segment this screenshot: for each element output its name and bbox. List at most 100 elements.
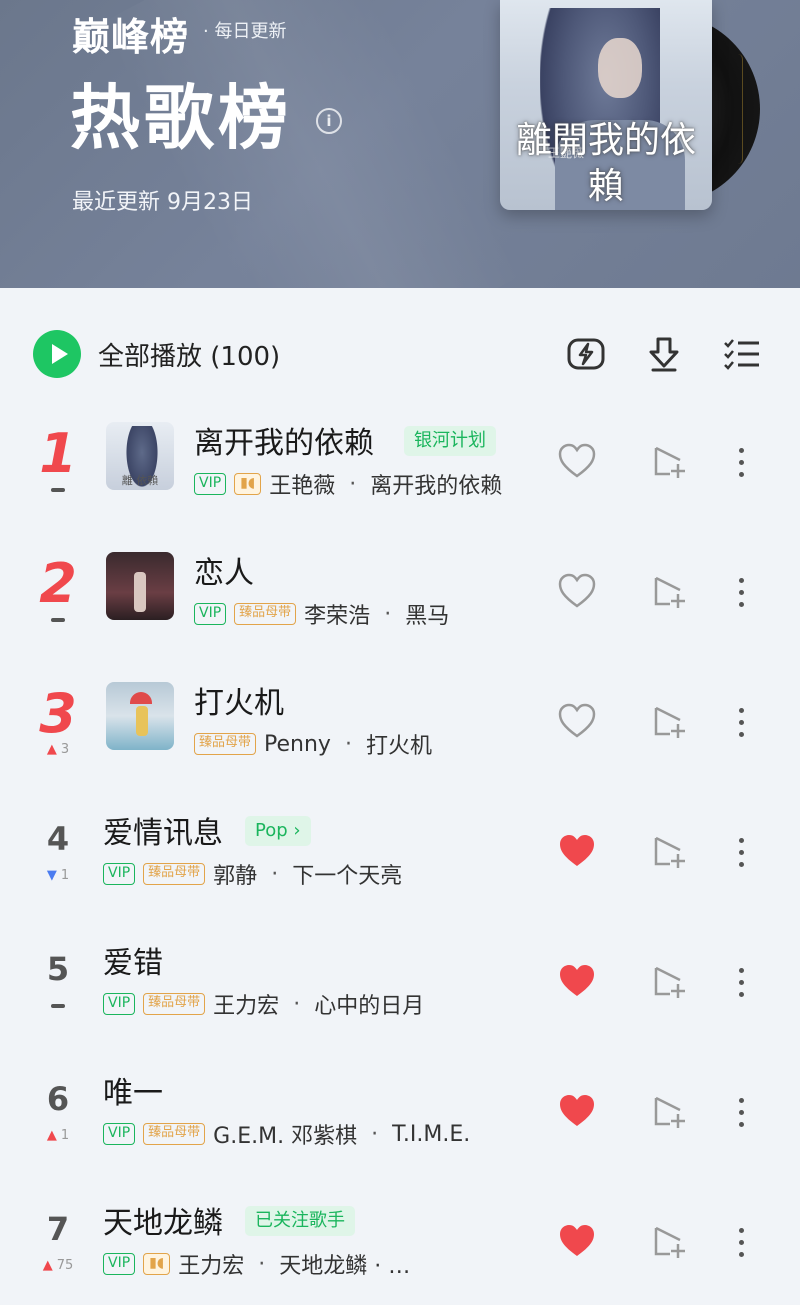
- add-to-playlist-icon[interactable]: [650, 832, 690, 872]
- artist-name[interactable]: 王力宏: [213, 988, 279, 1020]
- page-title: 热歌榜: [70, 77, 292, 159]
- song-title[interactable]: 恋人: [194, 548, 254, 592]
- heart-filled-icon[interactable]: [557, 1092, 597, 1130]
- separator: ·: [344, 731, 352, 757]
- separator: ·: [258, 1251, 266, 1277]
- song-thumbnail[interactable]: [106, 552, 174, 620]
- trend-number: 75: [56, 1258, 74, 1273]
- song-row[interactable]: 2 恋人 VIP 臻品母带 李荣浩 · 黑马: [0, 530, 800, 660]
- song-thumbnail[interactable]: 離 依賴: [106, 422, 174, 490]
- song-thumbnail[interactable]: [106, 682, 174, 750]
- master-tape-badge: 臻品母带: [234, 603, 297, 625]
- add-to-playlist-icon[interactable]: [650, 962, 690, 1002]
- dolby-badge-icon: ▮◖: [234, 473, 262, 495]
- trend-indicator: [28, 482, 88, 497]
- more-options-icon[interactable]: [728, 1224, 754, 1260]
- add-to-playlist-icon[interactable]: [650, 442, 690, 482]
- heart-filled-icon[interactable]: [557, 962, 597, 1000]
- trend-indicator: [28, 612, 88, 627]
- multi-select-icon[interactable]: [722, 334, 762, 374]
- play-all-icon[interactable]: [33, 330, 81, 378]
- vip-badge: VIP: [194, 603, 227, 625]
- rank-number: 5: [46, 950, 70, 988]
- song-title[interactable]: 天地龙鳞: [103, 1198, 223, 1242]
- song-row[interactable]: 4 ▼ 1 爱情讯息 Pop › VIP 臻品母带 郭静 · 下一个天亮: [0, 790, 800, 920]
- song-meta: VIP 臻品母带 郭静 · 下一个天亮: [103, 858, 402, 890]
- rank-number: 7: [46, 1210, 70, 1248]
- trend-flat-icon: [51, 487, 65, 492]
- album-name[interactable]: 离开我的依赖: [370, 468, 502, 500]
- last-updated-text: 最近更新 9月23日: [72, 190, 253, 215]
- cover-art-face: [598, 38, 642, 98]
- info-icon[interactable]: i: [316, 108, 342, 134]
- song-meta: VIP 臻品母带 G.E.M. 邓紫棋 · T.I.M.E.: [103, 1118, 470, 1150]
- song-row[interactable]: 6 ▲ 1 唯一 VIP 臻品母带 G.E.M. 邓紫棋 · T.I.M.E.: [0, 1050, 800, 1180]
- more-options-icon[interactable]: [728, 964, 754, 1000]
- heart-filled-icon[interactable]: [557, 1222, 597, 1260]
- artist-name[interactable]: 郭静: [213, 858, 257, 890]
- more-options-icon[interactable]: [728, 834, 754, 870]
- add-to-playlist-icon[interactable]: [650, 1222, 690, 1262]
- trend-indicator: ▲ 75: [28, 1258, 88, 1273]
- separator: ·: [349, 471, 357, 497]
- song-title[interactable]: 爱情讯息: [103, 808, 223, 852]
- add-to-playlist-icon[interactable]: [650, 1092, 690, 1132]
- song-row[interactable]: 5 爱错 VIP 臻品母带 王力宏 · 心中的日月: [0, 920, 800, 1050]
- song-title[interactable]: 唯一: [103, 1068, 163, 1112]
- more-options-icon[interactable]: [728, 444, 754, 480]
- album-cover[interactable]: 王艷薇 離開我的依賴: [500, 0, 712, 210]
- followed-artist-tag[interactable]: 已关注歌手: [245, 1206, 355, 1236]
- vip-badge: VIP: [103, 993, 136, 1015]
- chart-header: 巅峰榜 · 每日更新 热歌榜 i 最近更新 9月23日 王艷薇 離開我的依賴: [0, 0, 800, 288]
- cover-title-text: 離開我的依賴: [515, 120, 696, 207]
- song-tag[interactable]: 银河计划: [404, 426, 496, 456]
- trend-down-icon: ▼: [46, 868, 57, 883]
- heart-outline-icon[interactable]: [557, 442, 597, 480]
- trend-indicator: [28, 998, 88, 1013]
- download-icon[interactable]: [644, 334, 684, 374]
- rank-number: 2: [39, 552, 77, 615]
- more-options-icon[interactable]: [728, 574, 754, 610]
- more-options-icon[interactable]: [728, 704, 754, 740]
- album-name[interactable]: 下一个天亮: [292, 858, 402, 890]
- play-all-button[interactable]: 全部播放 (100): [98, 336, 280, 373]
- master-tape-badge: 臻品母带: [143, 1123, 206, 1145]
- master-tape-badge: 臻品母带: [194, 733, 257, 755]
- album-name[interactable]: 心中的日月: [314, 988, 424, 1020]
- heart-filled-icon[interactable]: [557, 832, 597, 870]
- song-row[interactable]: 3 ▲ 3 打火机 臻品母带 Penny · 打火机: [0, 660, 800, 790]
- song-title[interactable]: 离开我的依赖: [194, 418, 374, 462]
- lightning-play-icon[interactable]: [566, 334, 606, 374]
- song-title[interactable]: 爱错: [103, 938, 163, 982]
- trend-indicator: ▲ 1: [28, 1128, 88, 1143]
- artist-name[interactable]: Penny: [264, 732, 331, 757]
- album-name[interactable]: T.I.M.E.: [392, 1122, 470, 1147]
- song-title[interactable]: 打火机: [194, 678, 284, 722]
- song-row[interactable]: 7 ▲75 天地龙鳞 已关注歌手 VIP ▮◖ 王力宏 · 天地龙鳞 · 《紫禁…: [0, 1180, 800, 1305]
- album-name[interactable]: 打火机: [366, 728, 432, 760]
- artist-name[interactable]: 李荣浩: [304, 598, 370, 630]
- separator: ·: [293, 991, 301, 1017]
- dolby-badge-icon: ▮◖: [143, 1253, 171, 1275]
- vip-badge: VIP: [103, 1253, 136, 1275]
- album-name[interactable]: 天地龙鳞 · 《紫禁城...: [279, 1248, 429, 1280]
- rank-number: 6: [46, 1080, 70, 1118]
- artist-name[interactable]: 王力宏: [178, 1248, 244, 1280]
- brand-subtitle: · 每日更新: [203, 21, 287, 42]
- master-tape-badge: 臻品母带: [143, 863, 206, 885]
- heart-outline-icon[interactable]: [557, 702, 597, 740]
- song-meta: 臻品母带 Penny · 打火机: [194, 728, 432, 760]
- add-to-playlist-icon[interactable]: [650, 572, 690, 612]
- song-meta: VIP 臻品母带 王力宏 · 心中的日月: [103, 988, 424, 1020]
- thumb-caption: 離 依賴: [121, 474, 159, 487]
- more-options-icon[interactable]: [728, 1094, 754, 1130]
- artist-name[interactable]: 王艳薇: [269, 468, 335, 500]
- artist-name[interactable]: G.E.M. 邓紫棋: [213, 1118, 357, 1150]
- genre-tag[interactable]: Pop ›: [245, 816, 311, 846]
- trend-indicator: ▼ 1: [28, 868, 88, 883]
- heart-outline-icon[interactable]: [557, 572, 597, 610]
- add-to-playlist-icon[interactable]: [650, 702, 690, 742]
- trend-indicator: ▲ 3: [28, 742, 88, 757]
- album-name[interactable]: 黑马: [405, 598, 449, 630]
- song-row[interactable]: 1 離 依賴 离开我的依赖 银河计划 VIP ▮◖ 王艳薇 · 离开我的依赖: [0, 400, 800, 530]
